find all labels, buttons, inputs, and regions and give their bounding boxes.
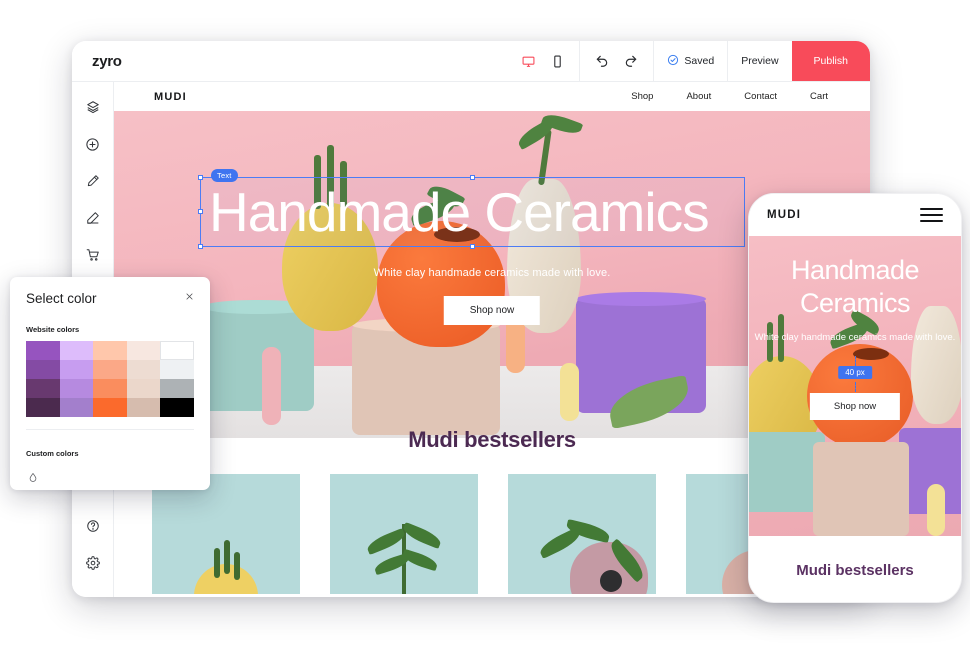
mobile-hero-subtitle[interactable]: White clay handmade ceramics made with l… xyxy=(749,331,961,345)
spacing-badge: 40 px xyxy=(838,366,872,379)
resize-handle-bl[interactable] xyxy=(198,244,203,249)
nav-link-contact[interactable]: Contact xyxy=(744,91,777,102)
color-swatch[interactable] xyxy=(59,341,94,360)
builder-toolbar: zyro Saved Preview Publish xyxy=(72,41,870,82)
color-swatch[interactable] xyxy=(126,398,161,417)
spacing-guide-bottom xyxy=(855,382,856,392)
product-card[interactable] xyxy=(508,474,656,594)
color-swatch[interactable] xyxy=(160,398,194,417)
nav-link-cart[interactable]: Cart xyxy=(810,91,828,102)
check-circle-icon xyxy=(667,54,679,69)
spacing-guide-top xyxy=(855,356,856,366)
plus-circle-icon[interactable] xyxy=(80,131,106,157)
color-swatch[interactable] xyxy=(59,360,94,379)
cylinder-yellow xyxy=(560,363,579,421)
color-swatch[interactable] xyxy=(160,360,194,379)
color-swatch[interactable] xyxy=(160,379,194,398)
preview-label: Preview xyxy=(741,55,779,67)
custom-colors-label: Custom colors xyxy=(26,449,79,458)
website-colors-label: Website colors xyxy=(26,325,80,334)
publish-button[interactable]: Publish xyxy=(791,41,870,81)
resize-handle-tc[interactable] xyxy=(469,175,475,180)
color-swatch[interactable] xyxy=(59,398,94,417)
site-nav-links: Shop About Contact Cart xyxy=(631,91,852,102)
history-controls xyxy=(579,41,653,81)
mobile-hero-title[interactable]: Handmade Ceramics xyxy=(749,254,961,320)
mobile-bestsellers-heading[interactable]: Mudi bestsellers xyxy=(749,538,961,602)
cylinder-pink xyxy=(262,347,281,425)
hamburger-icon[interactable] xyxy=(920,204,943,226)
color-swatch[interactable] xyxy=(126,360,161,379)
color-picker-icon[interactable] xyxy=(26,471,39,484)
undo-icon[interactable] xyxy=(591,50,613,72)
viewport-switcher xyxy=(506,41,579,81)
color-swatch[interactable] xyxy=(93,341,127,360)
resize-handle-tl[interactable] xyxy=(198,175,203,180)
product-card[interactable] xyxy=(152,474,300,594)
site-header: MUDI Shop About Contact Cart xyxy=(114,82,870,111)
close-icon[interactable] xyxy=(185,291,194,303)
mobile-preview: MUDI Handmade Ceramics White clay handma… xyxy=(748,193,962,603)
color-swatch[interactable] xyxy=(26,398,60,417)
brush-icon[interactable] xyxy=(80,168,106,194)
save-status: Saved xyxy=(653,41,727,81)
mobile-cta-button[interactable]: Shop now xyxy=(809,393,901,420)
zyro-logo[interactable]: zyro xyxy=(92,53,122,70)
dialog-divider xyxy=(26,429,194,430)
redo-icon[interactable] xyxy=(620,50,642,72)
color-swatch[interactable] xyxy=(26,360,60,379)
mobile-icon[interactable] xyxy=(546,50,568,72)
color-swatch[interactable] xyxy=(26,379,60,398)
resize-handle-ml[interactable] xyxy=(198,209,203,214)
mobile-header: MUDI xyxy=(749,194,961,236)
pedestal-teal xyxy=(202,307,314,411)
color-swatch[interactable] xyxy=(93,379,127,398)
desktop-icon[interactable] xyxy=(517,50,539,72)
color-swatch[interactable] xyxy=(93,398,127,417)
color-swatch[interactable] xyxy=(126,341,161,360)
mobile-site-logo[interactable]: MUDI xyxy=(767,209,801,221)
select-color-dialog: Select color Website colors Custom color… xyxy=(10,277,210,490)
website-color-swatches xyxy=(26,341,194,417)
color-swatch[interactable] xyxy=(126,379,161,398)
cart-icon[interactable] xyxy=(80,242,106,268)
gear-icon[interactable] xyxy=(80,550,106,576)
pencil-icon[interactable] xyxy=(80,205,106,231)
preview-button[interactable]: Preview xyxy=(727,41,791,81)
help-circle-icon[interactable] xyxy=(80,513,106,539)
product-card[interactable] xyxy=(330,474,478,594)
layers-icon[interactable] xyxy=(80,94,106,120)
hero-cta-button[interactable]: Shop now xyxy=(443,296,541,325)
dialog-title: Select color xyxy=(26,291,97,306)
nav-link-about[interactable]: About xyxy=(686,91,711,102)
color-swatch[interactable] xyxy=(93,360,127,379)
color-swatch[interactable] xyxy=(59,379,94,398)
saved-label: Saved xyxy=(684,55,715,67)
color-swatch[interactable] xyxy=(160,341,194,360)
mobile-hero: Handmade Ceramics White clay handmade ce… xyxy=(749,236,961,536)
site-logo[interactable]: MUDI xyxy=(154,91,187,103)
nav-link-shop[interactable]: Shop xyxy=(631,91,653,102)
color-swatch[interactable] xyxy=(26,341,60,360)
screenshot-root: zyro Saved Preview Publish MUDI Shop Abo… xyxy=(0,0,970,663)
resize-handle-bc[interactable] xyxy=(469,244,475,249)
